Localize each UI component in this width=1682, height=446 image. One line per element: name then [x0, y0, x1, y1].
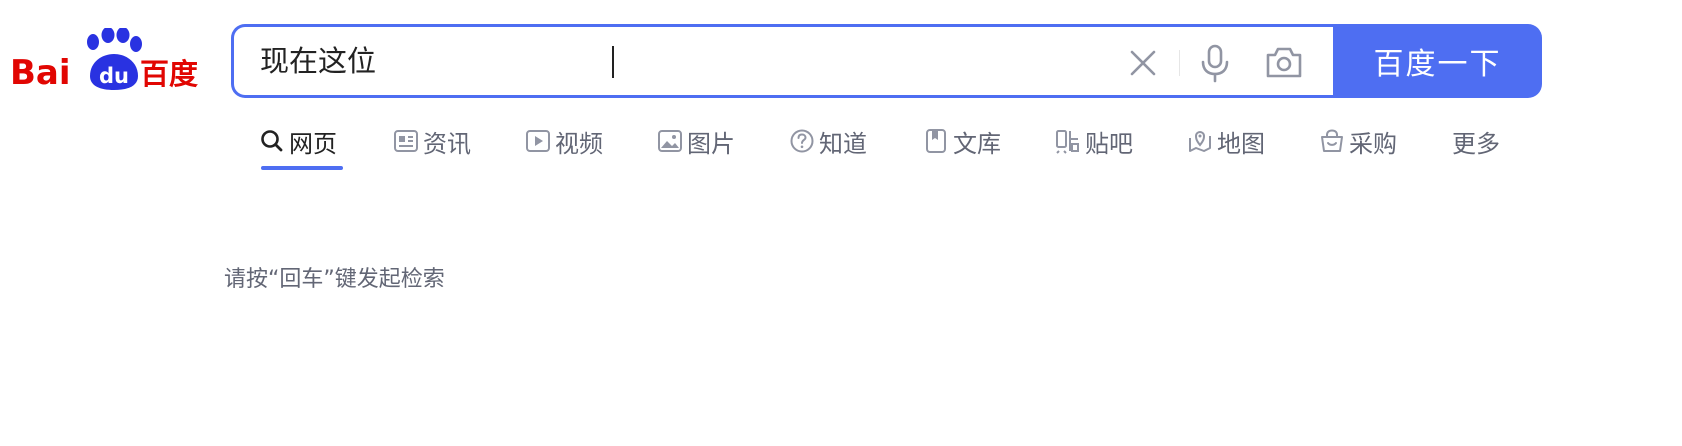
- tab-label: 知道: [819, 129, 867, 158]
- tab-web[interactable]: 网页: [259, 118, 343, 170]
- tieba-icon: [1056, 130, 1079, 154]
- logo-chinese-text: 百度: [140, 57, 198, 91]
- logo-latin-text: Bai: [10, 53, 71, 93]
- paw-toe-icon: [87, 34, 99, 50]
- tab-images[interactable]: 图片: [657, 118, 735, 164]
- microphone-icon[interactable]: [1200, 43, 1230, 83]
- tab-wenku[interactable]: 文库: [923, 118, 1001, 164]
- tab-label: 采购: [1349, 129, 1397, 158]
- tab-map[interactable]: 地图: [1187, 118, 1265, 164]
- tab-video[interactable]: 视频: [525, 118, 603, 164]
- document-icon: [926, 129, 946, 153]
- clear-icon[interactable]: [1128, 48, 1158, 78]
- logo-paw-text: du: [99, 64, 129, 88]
- search-hint: 请按“回车”键发起检索: [224, 267, 445, 292]
- tab-label: 更多: [1452, 129, 1500, 158]
- search-input[interactable]: [260, 27, 1100, 95]
- text-caret: [612, 46, 614, 78]
- camera-icon[interactable]: [1264, 44, 1304, 80]
- tab-shopping[interactable]: 采购: [1319, 118, 1397, 164]
- baidu-logo[interactable]: du Bai 百度: [10, 28, 202, 94]
- search-tabs: 网页 资讯 视频 图片 知道 文库 贴吧 地图 采购 更多: [259, 118, 1529, 178]
- tab-label: 地图: [1217, 129, 1265, 158]
- divider: [1179, 50, 1180, 76]
- tab-label: 图片: [687, 129, 735, 158]
- question-icon: [790, 129, 814, 153]
- paw-toe-icon: [116, 28, 130, 43]
- tab-news[interactable]: 资讯: [393, 118, 471, 164]
- search-box: [231, 24, 1339, 98]
- active-tab-indicator: [261, 166, 343, 170]
- news-icon: [394, 130, 418, 152]
- paw-toe-icon: [130, 36, 142, 52]
- image-icon: [658, 130, 682, 152]
- shopping-basket-icon: [1321, 129, 1343, 152]
- tab-label: 贴吧: [1085, 129, 1133, 158]
- tab-label: 资讯: [423, 129, 471, 158]
- tab-zhidao[interactable]: 知道: [789, 118, 867, 164]
- map-icon: [1189, 130, 1211, 152]
- paw-toe-icon: [101, 28, 115, 43]
- video-icon: [526, 130, 550, 152]
- tab-label: 视频: [555, 129, 603, 158]
- tab-label: 网页: [289, 129, 337, 158]
- tab-more[interactable]: 更多: [1452, 118, 1500, 164]
- tab-tieba[interactable]: 贴吧: [1055, 118, 1133, 164]
- search-button[interactable]: 百度一下: [1333, 24, 1542, 98]
- tab-label: 文库: [953, 129, 1001, 158]
- search-icon: [261, 130, 283, 152]
